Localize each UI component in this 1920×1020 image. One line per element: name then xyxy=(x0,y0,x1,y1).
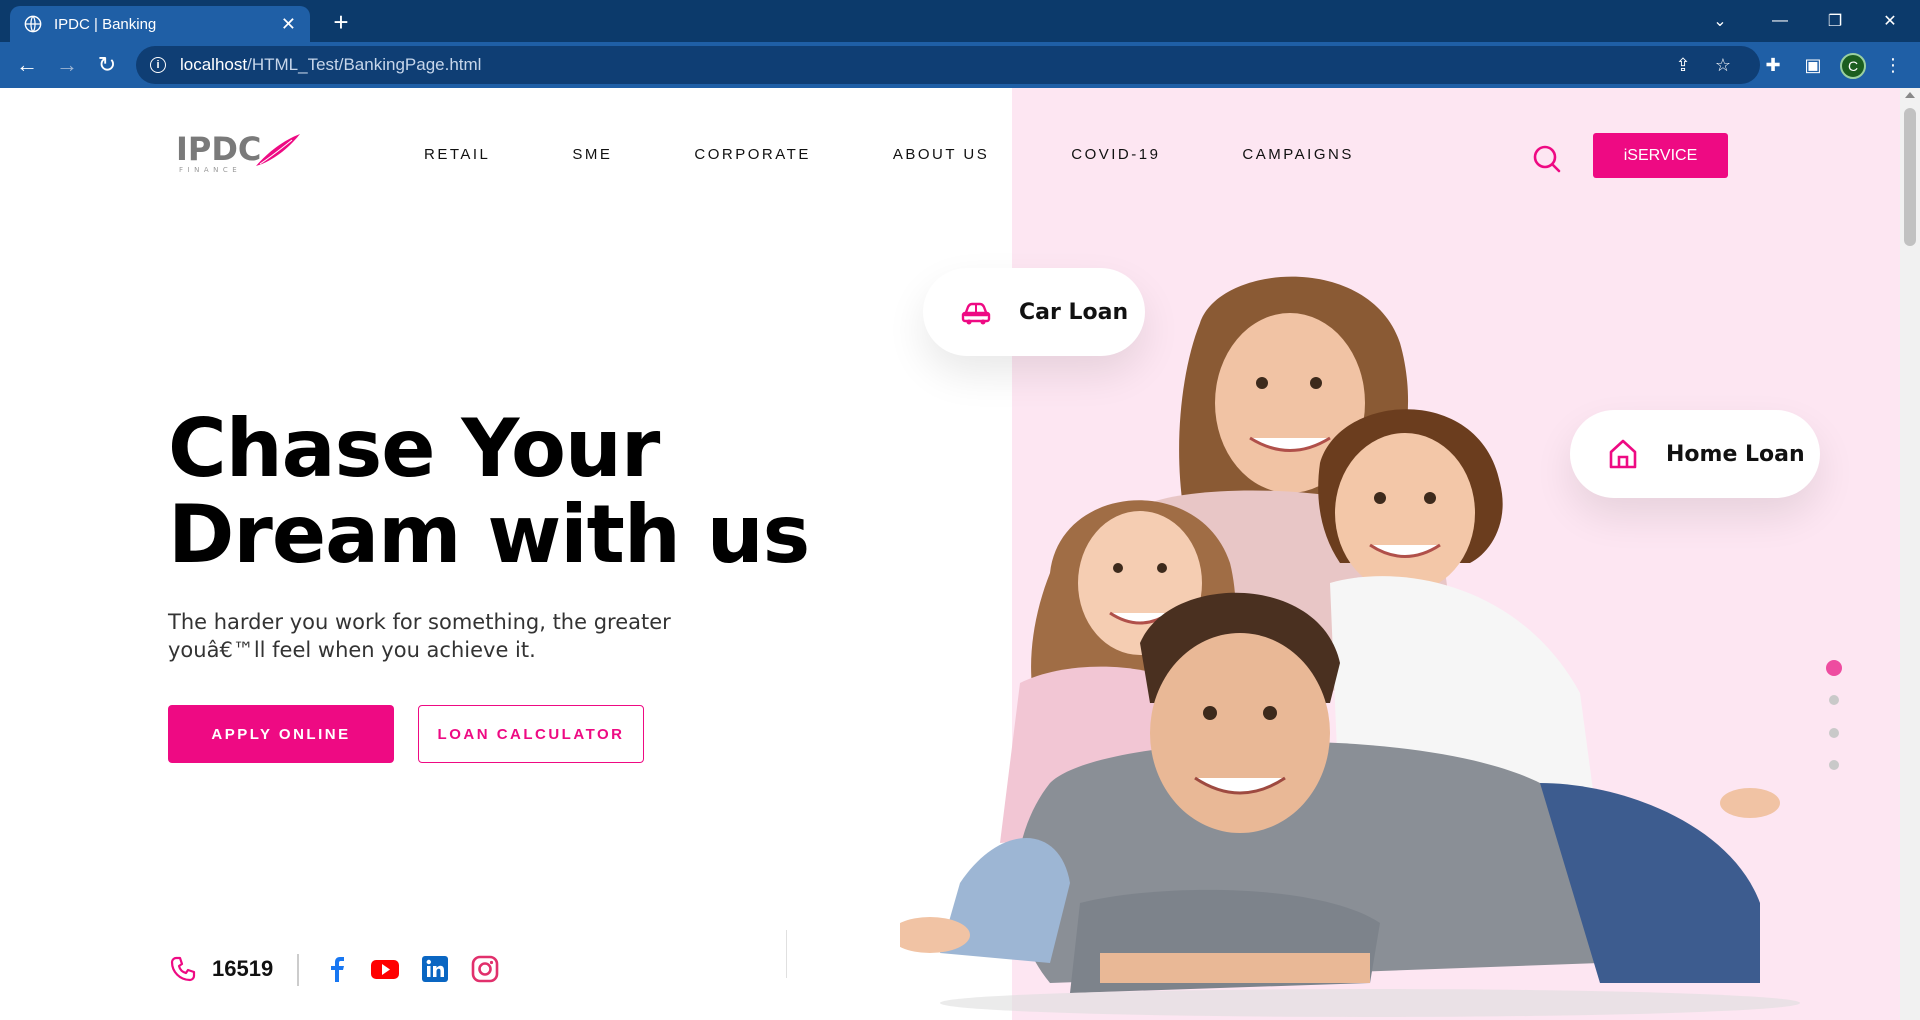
menu-icon[interactable]: ⋮ xyxy=(1880,52,1906,78)
page-scrollbar[interactable] xyxy=(1900,88,1920,1020)
back-button[interactable]: ← xyxy=(12,50,42,80)
url-path: /HTML_Test/BankingPage.html xyxy=(247,55,482,74)
home-loan-card[interactable]: Home Loan xyxy=(1570,410,1820,498)
instagram-icon[interactable] xyxy=(470,954,500,984)
address-bar[interactable]: i localhost/HTML_Test/BankingPage.html xyxy=(136,46,1760,84)
logo-text: IPDC xyxy=(176,130,261,168)
loan-calculator-button[interactable]: LOAN CALCULATOR xyxy=(418,705,644,763)
iservice-button[interactable]: iSERVICE xyxy=(1593,133,1728,178)
web-page: IPDC FINANCE RETAIL SME CORPORATE ABOUT … xyxy=(0,88,1900,1020)
new-tab-button[interactable]: + xyxy=(325,6,357,38)
bookmark-star-icon[interactable]: ☆ xyxy=(1710,52,1736,78)
hotline-number[interactable]: 16519 xyxy=(212,956,273,982)
url-host: localhost xyxy=(180,55,248,74)
restore-button[interactable]: ❐ xyxy=(1805,0,1865,42)
logo-subtext: FINANCE xyxy=(179,166,241,174)
reload-button[interactable]: ↻ xyxy=(92,50,122,80)
share-icon[interactable]: ⇪ xyxy=(1670,52,1696,78)
browser-tab[interactable]: IPDC | Banking ✕ xyxy=(10,6,310,42)
close-window-button[interactable]: ✕ xyxy=(1860,0,1920,42)
forward-button[interactable]: → xyxy=(52,50,82,80)
tab-title: IPDC | Banking xyxy=(54,15,157,33)
globe-icon xyxy=(24,15,42,33)
slider-dot-3[interactable] xyxy=(1829,728,1839,738)
side-panel-icon[interactable]: ▣ xyxy=(1800,52,1826,78)
footer-divider xyxy=(297,954,299,986)
tab-search-icon[interactable]: ⌄ xyxy=(1690,0,1750,42)
nav-retail[interactable]: RETAIL xyxy=(424,146,490,163)
phone-icon xyxy=(170,956,196,982)
youtube-icon[interactable] xyxy=(370,954,400,984)
car-loan-label: Car Loan xyxy=(1019,299,1129,325)
hero-title-line1: Chase Your xyxy=(168,402,660,495)
scrollbar-thumb[interactable] xyxy=(1904,108,1916,246)
hero-title: Chase Your Dream with us xyxy=(168,406,868,578)
hero-subtitle-line1: The harder you work for something, the g… xyxy=(168,610,671,634)
home-loan-label: Home Loan xyxy=(1666,441,1805,467)
browser-tab-strip: IPDC | Banking ✕ + ⌄ — ❐ ✕ xyxy=(0,0,1920,42)
family-photo xyxy=(900,276,1800,1017)
facebook-icon[interactable] xyxy=(322,954,352,984)
slider-dot-1[interactable] xyxy=(1826,660,1842,676)
apply-online-button[interactable]: APPLY ONLINE xyxy=(168,705,394,763)
nav-about-us[interactable]: ABOUT US xyxy=(893,146,989,163)
nav-campaigns[interactable]: CAMPAIGNS xyxy=(1242,146,1353,163)
ipdc-logo[interactable]: IPDC FINANCE xyxy=(176,130,301,174)
hero-subtitle: The harder you work for something, the g… xyxy=(168,608,688,664)
scroll-up-arrow-icon[interactable] xyxy=(1905,92,1915,98)
nav-covid-19[interactable]: COVID-19 xyxy=(1071,146,1160,163)
hero-subtitle-line2: youâ€™ll feel when you achieve it. xyxy=(168,638,536,662)
profile-avatar[interactable]: C xyxy=(1840,53,1866,79)
vertical-divider xyxy=(786,930,787,978)
slider-dot-4[interactable] xyxy=(1829,760,1839,770)
browser-toolbar: ← → ↻ i localhost/HTML_Test/BankingPage.… xyxy=(0,42,1920,88)
nav-corporate[interactable]: CORPORATE xyxy=(694,146,810,163)
main-nav: RETAIL SME CORPORATE ABOUT US COVID-19 C… xyxy=(424,146,1436,163)
linkedin-icon[interactable] xyxy=(420,954,450,984)
nav-sme[interactable]: SME xyxy=(572,146,612,163)
search-icon[interactable] xyxy=(1532,144,1562,174)
car-loan-card[interactable]: Car Loan xyxy=(923,268,1145,356)
home-icon xyxy=(1609,439,1637,469)
car-icon xyxy=(961,302,991,325)
slider-dot-2[interactable] xyxy=(1829,695,1839,705)
close-tab-icon[interactable]: ✕ xyxy=(281,14,296,35)
minimize-button[interactable]: — xyxy=(1750,0,1810,42)
hero-title-line2: Dream with us xyxy=(168,488,810,581)
site-info-icon[interactable]: i xyxy=(150,57,166,73)
extensions-icon[interactable]: ✚ xyxy=(1760,52,1786,78)
